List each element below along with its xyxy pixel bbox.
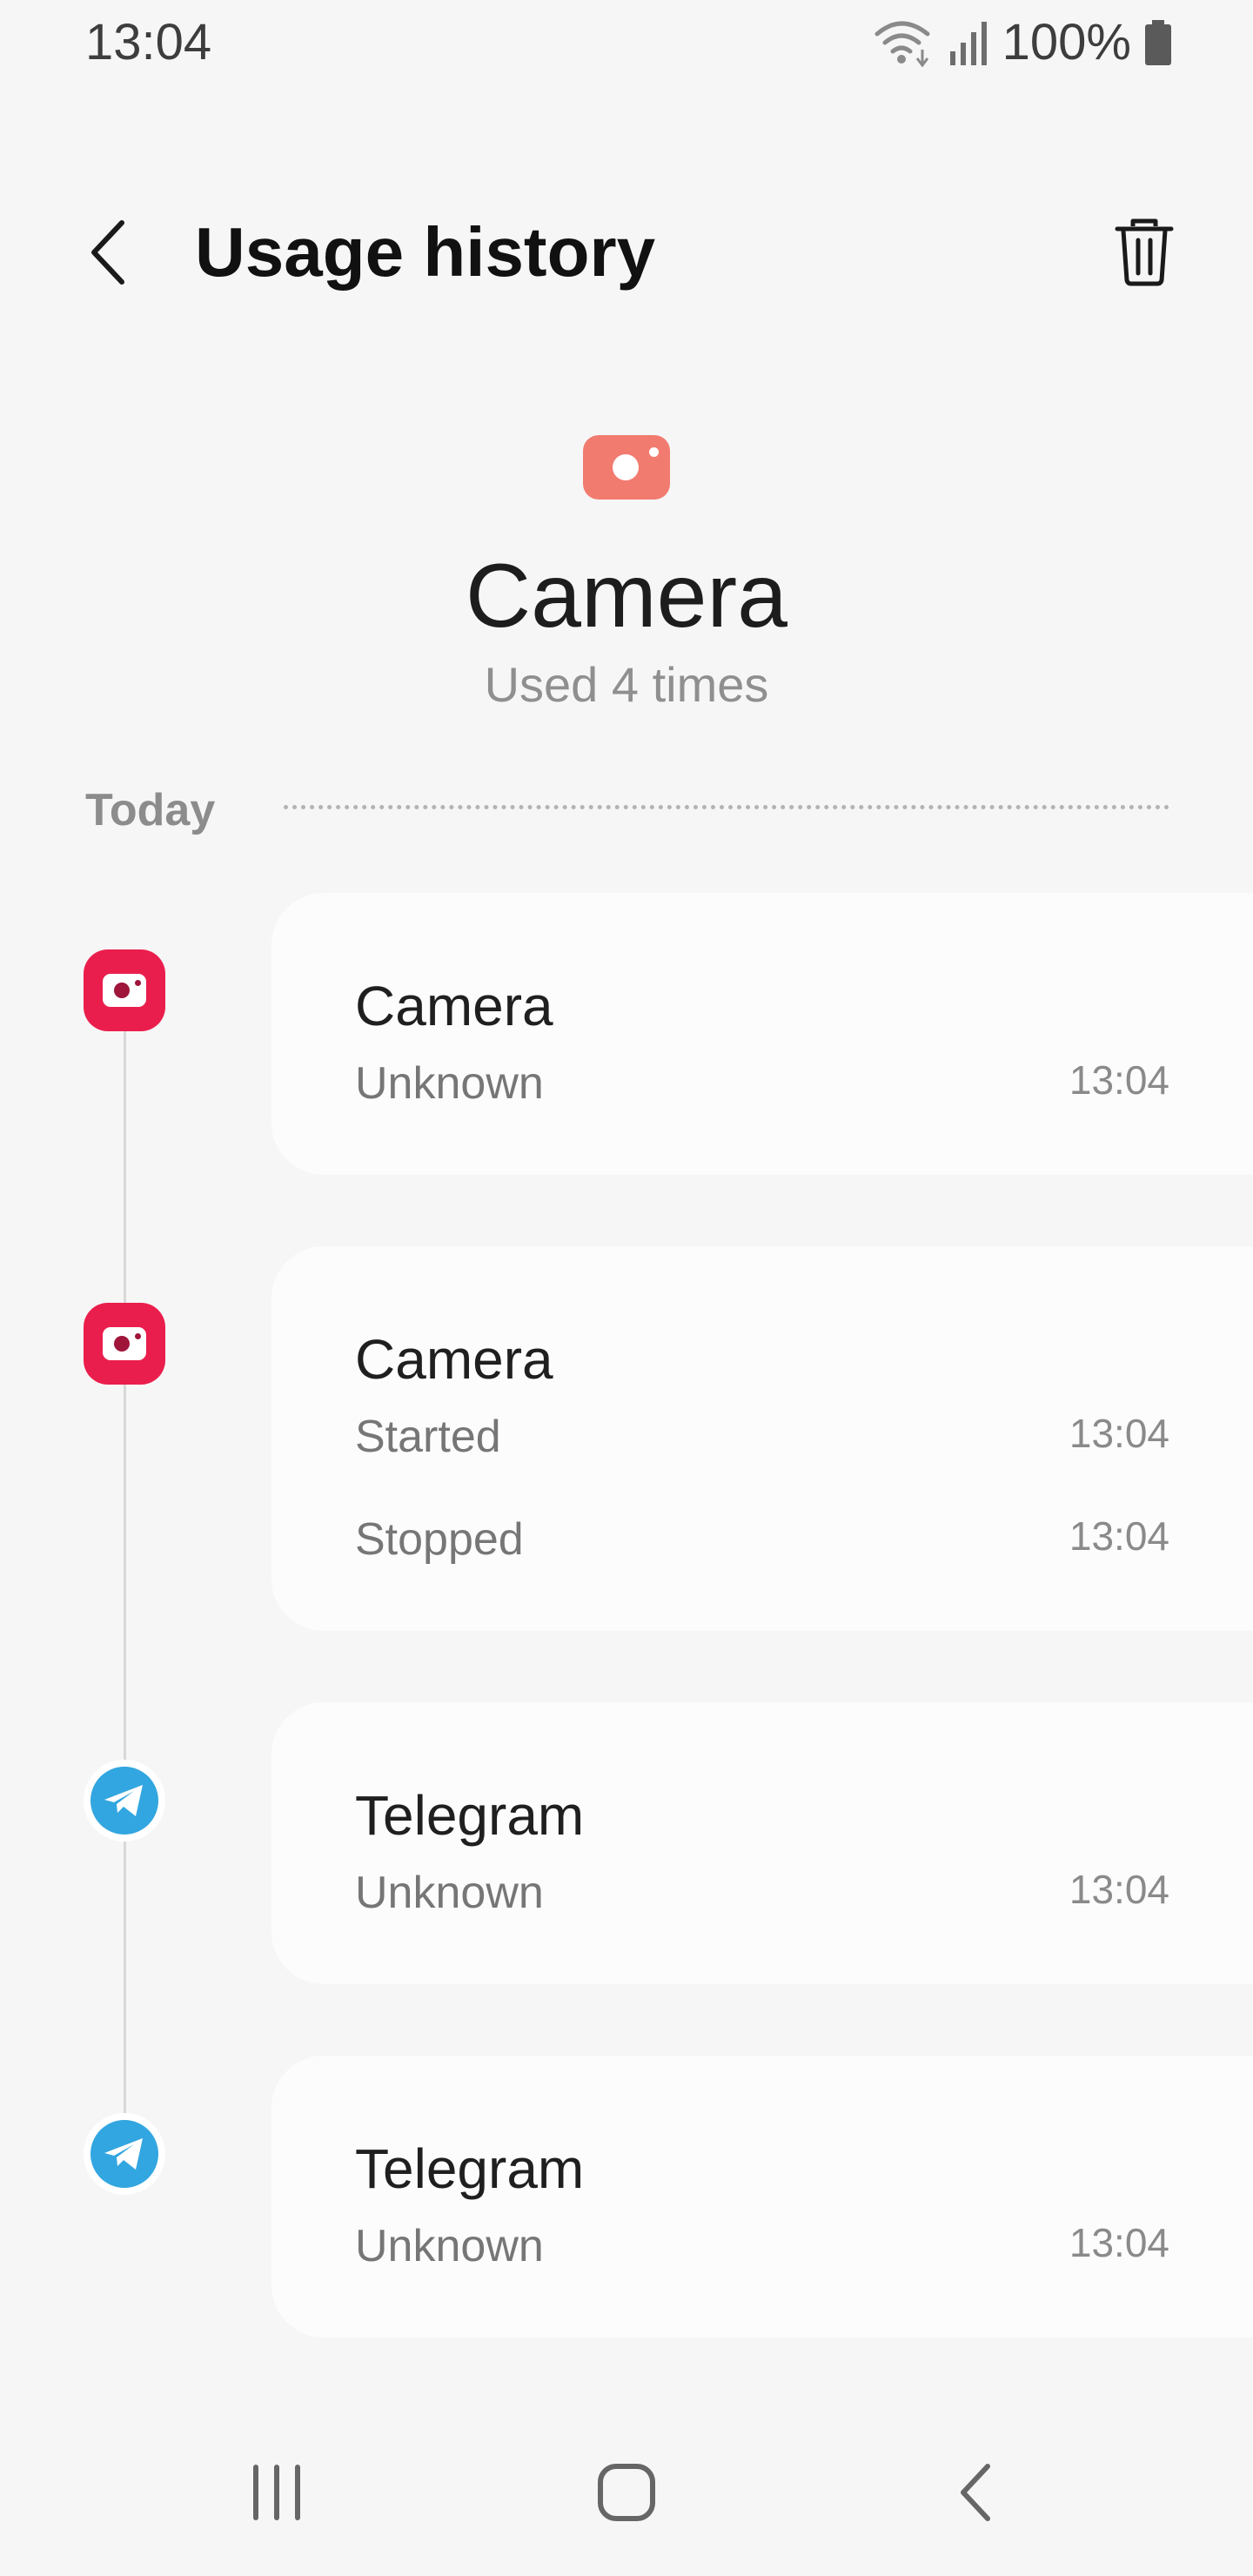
back-arrow-icon — [91, 220, 124, 285]
entry-status: Unknown — [355, 1058, 544, 1109]
entry-time: 13:04 — [1069, 2220, 1169, 2265]
entry-app-name: Telegram — [355, 2137, 585, 2200]
nav-back-button[interactable] — [907, 2440, 1046, 2545]
entry-app-name: Camera — [355, 1328, 553, 1391]
camera-icon — [84, 1303, 165, 1385]
back-button[interactable] — [70, 200, 148, 305]
entry-time: 13:04 — [1069, 1513, 1169, 1559]
list-item[interactable]: Telegram Unknown 13:04 — [271, 2056, 1253, 2338]
page-title: Usage history — [195, 213, 656, 291]
telegram-icon — [84, 2113, 165, 2195]
back-icon — [961, 2464, 990, 2521]
timeline-line — [124, 1027, 126, 2141]
signal-icon — [949, 22, 987, 65]
camera-icon — [84, 949, 165, 1031]
recent-apps-icon — [253, 2465, 300, 2520]
trash-icon — [1115, 218, 1174, 286]
status-icons: 100% — [874, 12, 1173, 73]
entry-time: 13:04 — [1069, 1057, 1169, 1103]
entry-status: Started — [355, 1412, 501, 1462]
wifi-icon — [874, 21, 930, 67]
home-button[interactable] — [557, 2440, 696, 2545]
entry-status: Unknown — [355, 1868, 544, 1918]
list-item[interactable]: Camera Started 13:04 Stopped 13:04 — [271, 1246, 1253, 1631]
entry-app-name: Camera — [355, 975, 553, 1037]
list-item[interactable]: Camera Unknown 13:04 — [271, 893, 1253, 1175]
app-name: Camera — [466, 546, 787, 647]
section-date-label: Today — [85, 785, 216, 835]
camera-icon — [583, 435, 670, 500]
telegram-icon — [84, 1760, 165, 1841]
delete-history-button[interactable] — [1096, 200, 1192, 305]
entry-time: 13:04 — [1069, 1411, 1169, 1456]
entry-status: Unknown — [355, 2221, 544, 2271]
home-icon — [598, 2464, 655, 2521]
status-time: 13:04 — [85, 14, 212, 70]
entry-status: Stopped — [355, 1514, 524, 1565]
battery-icon — [1145, 20, 1171, 65]
section-divider — [284, 805, 1169, 809]
battery-percent: 100% — [1002, 14, 1131, 70]
list-item[interactable]: Telegram Unknown 13:04 — [271, 1702, 1253, 1984]
usage-summary: Used 4 times — [484, 657, 769, 712]
recent-apps-button[interactable] — [207, 2440, 346, 2545]
entry-time: 13:04 — [1069, 1867, 1169, 1912]
entry-app-name: Telegram — [355, 1784, 585, 1847]
